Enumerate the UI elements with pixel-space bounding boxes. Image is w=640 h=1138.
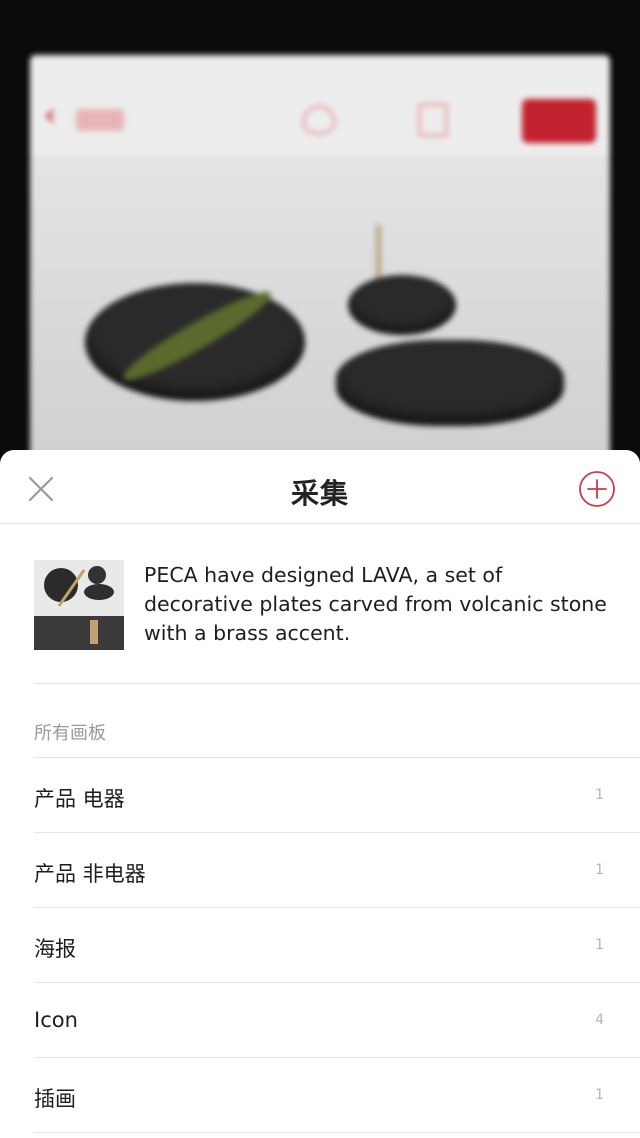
board-pin-count: 1 [595, 1087, 604, 1103]
photo-plate-oval [336, 340, 564, 426]
board-name: 海报 [34, 937, 76, 961]
background-page: ‹ [30, 55, 610, 475]
back-chevron-icon: ‹ [44, 98, 57, 133]
board-item[interactable]: 产品 电器 1 [34, 758, 640, 833]
board-item[interactable]: 海报 1 [34, 908, 640, 983]
boards-section-label: 所有画板 [34, 684, 640, 758]
photo-plate-small [348, 275, 456, 335]
thumbnail-stone-texture [34, 616, 124, 650]
background-back-label [76, 109, 124, 131]
board-name: 产品 电器 [34, 787, 125, 811]
thumbnail-plate-oval [84, 584, 114, 600]
thumbnail-plate-small [88, 566, 106, 584]
background-nav-bar: ‹ [30, 55, 610, 155]
pin-thumbnail [34, 560, 124, 650]
board-item[interactable]: 产品 非电器 1 [34, 833, 640, 908]
sheet-header: 采集 [0, 450, 640, 524]
board-pin-count: 1 [595, 862, 604, 878]
board-name: 插画 [34, 1087, 76, 1111]
board-name: 产品 非电器 [34, 862, 146, 886]
sheet-title: 采集 [290, 477, 349, 510]
share-icon [418, 103, 448, 137]
collect-sheet: 采集 PECA have designed LAVA, a set of dec… [0, 450, 640, 1138]
board-pin-count: 4 [595, 1012, 604, 1028]
board-pin-count: 1 [595, 787, 604, 803]
board-item[interactable]: 插画 1 [34, 1058, 640, 1133]
background-photo [30, 155, 610, 475]
add-board-icon[interactable] [578, 470, 616, 508]
thumbnail-brass-accent [90, 620, 98, 644]
board-name: Icon [34, 1008, 78, 1032]
board-pin-count: 1 [595, 937, 604, 953]
background-collect-button [522, 99, 596, 143]
board-item[interactable]: Icon 4 [34, 983, 640, 1058]
pin-description: PECA have designed LAVA, a set of decora… [144, 563, 607, 645]
pin-preview: PECA have designed LAVA, a set of decora… [34, 524, 640, 684]
heart-icon [302, 105, 336, 135]
